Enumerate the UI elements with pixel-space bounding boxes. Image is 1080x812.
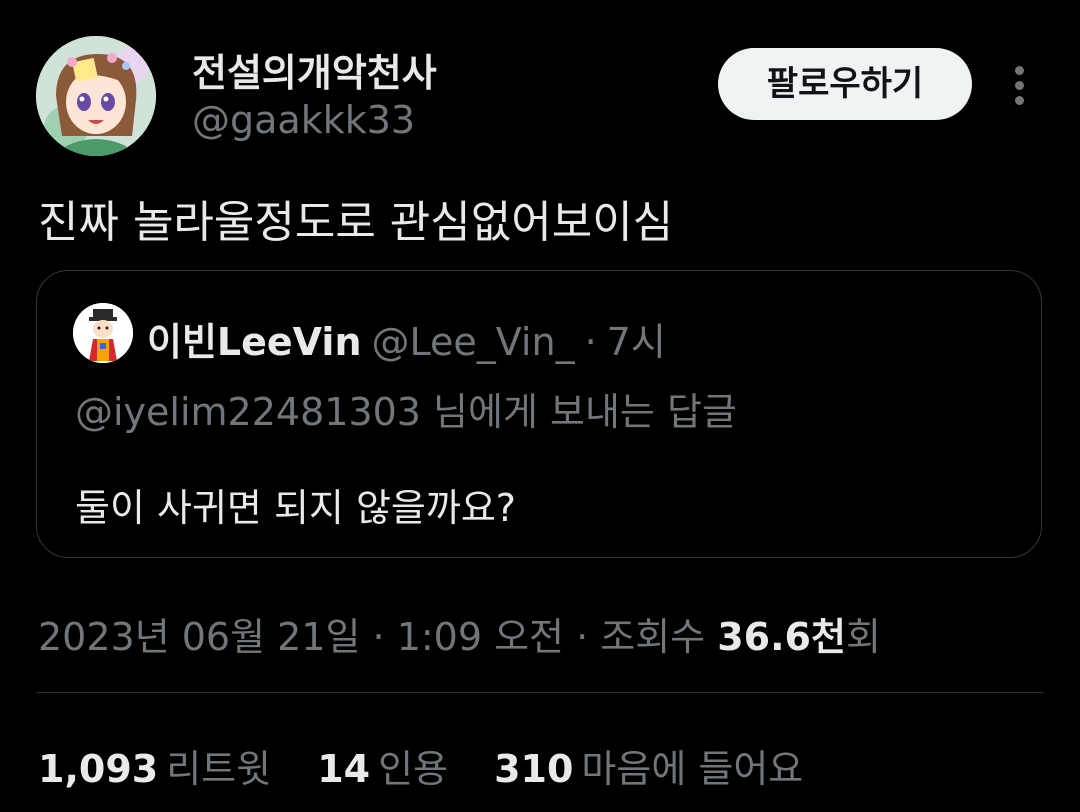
author-avatar[interactable] — [36, 36, 156, 156]
tweet-timestamp[interactable]: 2023년 06월 21일 · 1:09 오전 · 조회수 — [38, 615, 717, 659]
quoted-time[interactable]: 7시 — [607, 320, 666, 364]
views-suffix: 회 — [845, 615, 881, 659]
hanbok-character-icon — [73, 303, 133, 363]
retweets-label: 리트윗 — [166, 747, 272, 791]
views-count: 36.6천 — [717, 615, 846, 659]
quotes-count: 14 — [317, 747, 371, 791]
quotes-stat[interactable]: 14 인용 — [317, 747, 448, 791]
quoted-separator: · — [584, 320, 597, 364]
quoted-tweet-card[interactable]: 이빈LeeVin @Lee_Vin_ · 7시 @iyelim22481303 님에게… — [36, 270, 1042, 558]
anime-girl-avatar-icon — [36, 36, 156, 156]
likes-count: 310 — [494, 747, 574, 791]
likes-label: 마음에 들어요 — [581, 747, 804, 791]
tweet-metadata: 2023년 06월 21일 · 1:09 오전 · 조회수 36.6천회 — [38, 606, 881, 661]
quoted-tweet-text: 둘이 사귀면 되지 않을까요? — [75, 486, 516, 530]
quotes-label: 인용 — [378, 747, 448, 791]
reply-to-line: @iyelim22481303 님에게 보내는 답글 — [75, 390, 737, 434]
divider — [36, 692, 1044, 693]
follow-button[interactable]: 팔로우하기 — [718, 48, 972, 120]
quoted-display-name[interactable]: 이빈LeeVin — [147, 320, 362, 364]
quoted-handle[interactable]: @Lee_Vin_ — [372, 320, 575, 364]
author-handle[interactable]: @gaakkk33 — [192, 98, 415, 142]
tweet-text: 진짜 놀라울정도로 관심없어보이심 — [38, 197, 674, 248]
engagement-stats: 1,093 리트윗 14 인용 310 마음에 들어요 — [38, 738, 837, 793]
retweets-stat[interactable]: 1,093 리트윗 — [38, 747, 271, 791]
more-vertical-icon[interactable] — [1000, 60, 1040, 110]
quoted-author-avatar — [73, 303, 133, 363]
retweets-count: 1,093 — [38, 747, 159, 791]
quoted-header: 이빈LeeVin @Lee_Vin_ · 7시 — [147, 311, 666, 366]
likes-stat[interactable]: 310 마음에 들어요 — [494, 747, 803, 791]
author-display-name[interactable]: 전설의개악천사 — [192, 42, 437, 97]
